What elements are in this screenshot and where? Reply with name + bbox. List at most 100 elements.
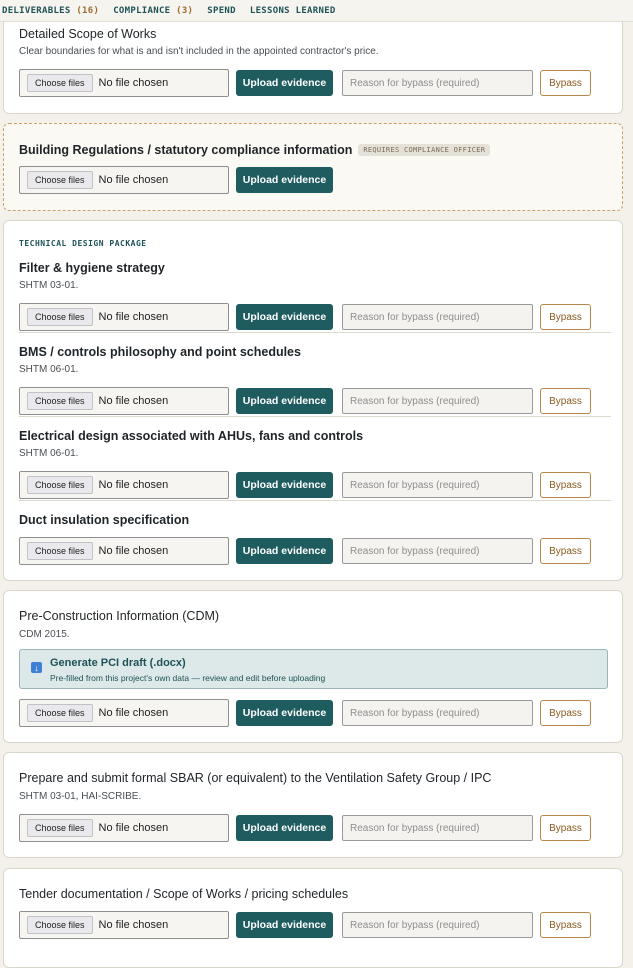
file-status: No file chosen: [98, 174, 169, 186]
bypass-reason-input[interactable]: Reason for bypass (required): [342, 912, 533, 938]
choose-files-button[interactable]: Choose files: [27, 74, 93, 92]
upload-evidence-button[interactable]: Upload evidence: [236, 815, 333, 841]
item-reference: CDM 2015.: [19, 629, 70, 640]
file-status: No file chosen: [98, 919, 169, 931]
bypass-button[interactable]: Bypass: [540, 815, 591, 841]
deliverable-card-sbar: Prepare and submit formal SBAR (or equiv…: [3, 752, 623, 858]
deliverable-card-pre-construction-information: Pre-Construction Information (CDM) CDM 2…: [3, 590, 623, 743]
evidence-row: Choose files No file chosen Upload evide…: [19, 471, 611, 501]
upload-evidence-button[interactable]: Upload evidence: [236, 70, 333, 96]
evidence-row: Choose files No file chosen Upload evide…: [19, 303, 611, 333]
bypass-button[interactable]: Bypass: [540, 912, 591, 938]
divider: [19, 332, 611, 333]
upload-evidence-button[interactable]: Upload evidence: [236, 388, 333, 414]
bypass-button[interactable]: Bypass: [540, 304, 591, 330]
upload-evidence-button[interactable]: Upload evidence: [236, 304, 333, 330]
upload-evidence-button[interactable]: Upload evidence: [236, 700, 333, 726]
bypass-reason-input[interactable]: Reason for bypass (required): [342, 388, 533, 414]
file-status: No file chosen: [98, 545, 169, 557]
choose-files-button[interactable]: Choose files: [27, 542, 93, 560]
bypass-button[interactable]: Bypass: [540, 388, 591, 414]
bypass-reason-input[interactable]: Reason for bypass (required): [342, 538, 533, 564]
upload-evidence-button[interactable]: Upload evidence: [236, 167, 333, 193]
file-status: No file chosen: [98, 479, 169, 491]
file-input[interactable]: Choose files No file chosen: [19, 303, 229, 331]
choose-files-button[interactable]: Choose files: [27, 171, 93, 189]
compliance-officer-badge: REQUIRES COMPLIANCE OFFICER: [358, 144, 491, 156]
item-title: Tender documentation / Scope of Works / …: [19, 887, 349, 901]
evidence-row: Choose files No file chosen Upload evide…: [19, 69, 611, 99]
file-input[interactable]: Choose files No file chosen: [19, 471, 229, 499]
upload-evidence-button[interactable]: Upload evidence: [236, 472, 333, 498]
bypass-button[interactable]: Bypass: [540, 700, 591, 726]
bypass-button[interactable]: Bypass: [540, 472, 591, 498]
tab-spend[interactable]: SPEND: [207, 6, 236, 16]
tab-compliance-count: (3): [176, 5, 194, 16]
item-title: Detailed Scope of Works: [19, 27, 157, 41]
item-reference: SHTM 06-01.: [19, 448, 79, 459]
item-title: Electrical design associated with AHUs, …: [19, 429, 364, 443]
bypass-reason-input[interactable]: Reason for bypass (required): [342, 472, 533, 498]
file-status: No file chosen: [98, 311, 169, 323]
bypass-reason-input[interactable]: Reason for bypass (required): [342, 815, 533, 841]
bypass-reason-input[interactable]: Reason for bypass (required): [342, 70, 533, 96]
item-description: Clear boundaries for what is and isn't i…: [19, 46, 379, 57]
evidence-row: Choose files No file chosen Upload evide…: [19, 911, 611, 941]
item-title: Pre-Construction Information (CDM): [19, 609, 220, 623]
deliverable-card-tender-documentation: Tender documentation / Scope of Works / …: [3, 868, 623, 968]
generate-title: Generate PCI draft (.docx): [50, 657, 186, 669]
file-status: No file chosen: [98, 707, 169, 719]
file-input[interactable]: Choose files No file chosen: [19, 699, 229, 727]
file-input[interactable]: Choose files No file chosen: [19, 911, 229, 939]
top-nav: DELIVERABLES (16) COMPLIANCE (3) SPEND L…: [0, 0, 633, 22]
file-input[interactable]: Choose files No file chosen: [19, 814, 229, 842]
section-label: TECHNICAL DESIGN PACKAGE: [19, 239, 147, 248]
tab-deliverables-label: DELIVERABLES: [2, 5, 71, 16]
choose-files-button[interactable]: Choose files: [27, 704, 93, 722]
bypass-reason-input[interactable]: Reason for bypass (required): [342, 700, 533, 726]
divider: [19, 416, 611, 417]
bypass-button[interactable]: Bypass: [540, 70, 591, 96]
item-title: Filter & hygiene strategy: [19, 261, 165, 275]
evidence-row: Choose files No file chosen Upload evide…: [19, 166, 611, 196]
generate-pci-draft-button[interactable]: ↓ Generate PCI draft (.docx) Pre-filled …: [19, 649, 608, 689]
bypass-reason-input[interactable]: Reason for bypass (required): [342, 304, 533, 330]
item-reference: SHTM 03-01, HAI-SCRIBE.: [19, 791, 142, 802]
choose-files-button[interactable]: Choose files: [27, 476, 93, 494]
upload-evidence-button[interactable]: Upload evidence: [236, 538, 333, 564]
download-icon: ↓: [31, 662, 42, 673]
upload-evidence-button[interactable]: Upload evidence: [236, 912, 333, 938]
file-input[interactable]: Choose files No file chosen: [19, 387, 229, 415]
choose-files-button[interactable]: Choose files: [27, 392, 93, 410]
tab-deliverables-count: (16): [76, 5, 100, 16]
evidence-row: Choose files No file chosen Upload evide…: [19, 537, 611, 567]
tab-compliance[interactable]: COMPLIANCE (3): [113, 6, 193, 16]
item-title-text: Building Regulations / statutory complia…: [19, 143, 353, 157]
deliverable-card-scope-of-works: Detailed Scope of Works Clear boundaries…: [3, 8, 623, 114]
evidence-row: Choose files No file chosen Upload evide…: [19, 699, 611, 729]
file-status: No file chosen: [98, 77, 169, 89]
file-status: No file chosen: [98, 395, 169, 407]
item-reference: SHTM 03-01.: [19, 280, 79, 291]
choose-files-button[interactable]: Choose files: [27, 308, 93, 326]
evidence-row: Choose files No file chosen Upload evide…: [19, 387, 611, 417]
tab-compliance-label: COMPLIANCE: [113, 5, 171, 16]
deliverable-card-technical-design-package: TECHNICAL DESIGN PACKAGE Filter & hygien…: [3, 220, 623, 581]
file-status: No file chosen: [98, 822, 169, 834]
choose-files-button[interactable]: Choose files: [27, 819, 93, 837]
tab-deliverables[interactable]: DELIVERABLES (16): [2, 6, 99, 16]
file-input[interactable]: Choose files No file chosen: [19, 69, 229, 97]
item-reference: SHTM 06-01.: [19, 364, 79, 375]
item-title: Prepare and submit formal SBAR (or equiv…: [19, 771, 492, 785]
deliverable-card-building-regulations: Building Regulations / statutory complia…: [3, 123, 623, 211]
evidence-row: Choose files No file chosen Upload evide…: [19, 814, 611, 844]
item-title: BMS / controls philosophy and point sche…: [19, 345, 301, 359]
choose-files-button[interactable]: Choose files: [27, 916, 93, 934]
item-title: Duct insulation specification: [19, 513, 190, 527]
generate-subtitle: Pre-filled from this project's own data …: [50, 673, 326, 683]
item-title: Building Regulations / statutory complia…: [19, 143, 491, 157]
file-input[interactable]: Choose files No file chosen: [19, 166, 229, 194]
file-input[interactable]: Choose files No file chosen: [19, 537, 229, 565]
tab-lessons-learned[interactable]: LESSONS LEARNED: [250, 6, 336, 16]
bypass-button[interactable]: Bypass: [540, 538, 591, 564]
